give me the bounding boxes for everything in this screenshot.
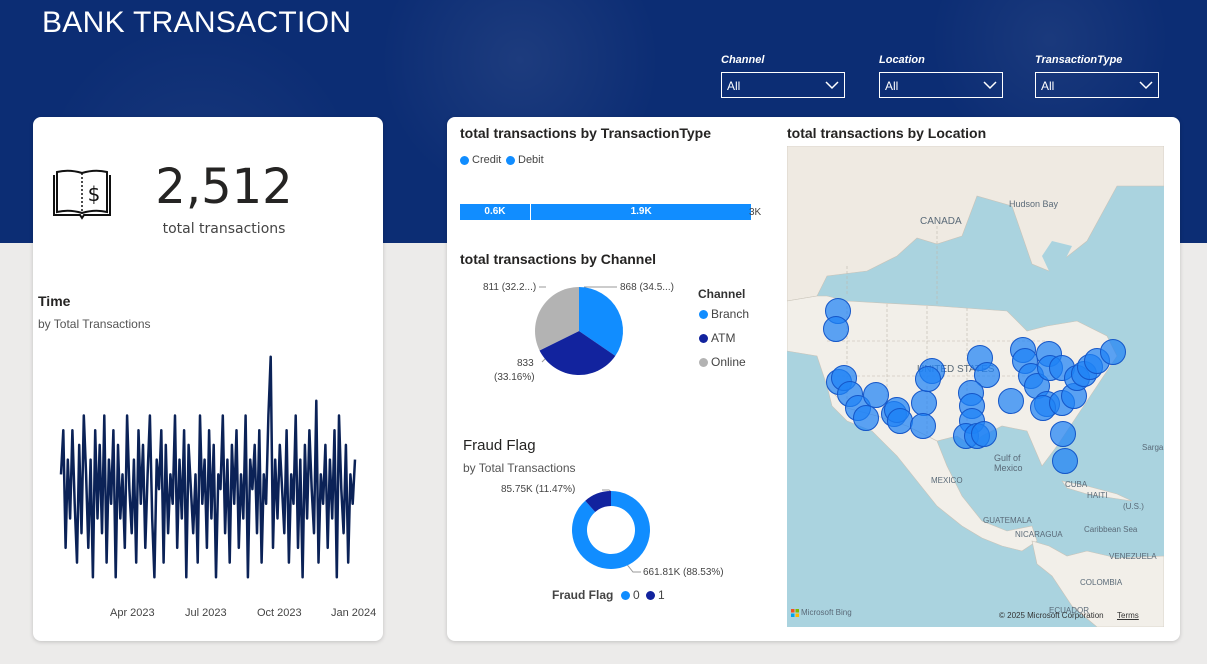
slicer-transactiontype[interactable]: TransactionType All	[1035, 54, 1159, 98]
series-line	[59, 355, 357, 579]
location-bubble[interactable]	[887, 408, 913, 434]
location-bubble[interactable]	[1100, 339, 1126, 365]
fraud-donut-chart[interactable]	[447, 117, 777, 617]
kpi-time-card: $ 2,512 total transactions Time by Total…	[33, 117, 383, 641]
legend-dot	[621, 590, 630, 600]
legend-label: 1	[658, 588, 665, 602]
time-line-chart[interactable]	[33, 117, 383, 641]
location-bubble[interactable]	[910, 413, 936, 439]
location-bubble[interactable]	[1052, 448, 1078, 474]
bing-label: Microsoft Bing	[801, 608, 852, 617]
slicer-channel-label: Channel	[721, 54, 765, 66]
location-bubble[interactable]	[853, 405, 879, 431]
data-label-fraud-1: 85.75K (11.47%)	[501, 484, 576, 495]
x-tick-label: Oct 2023	[257, 607, 302, 619]
legend-label: 0	[633, 588, 640, 602]
slicer-location-label: Location	[879, 54, 925, 66]
x-tick-label: Apr 2023	[110, 607, 155, 619]
slicer-location[interactable]: Location All	[879, 54, 1003, 98]
location-map[interactable]: CANADA Hudson Bay UNITED STATES Gulf of …	[787, 146, 1164, 627]
location-bubble[interactable]	[863, 382, 889, 408]
location-map-title: total transactions by Location	[787, 125, 987, 141]
chevron-down-icon	[825, 81, 839, 90]
location-bubble[interactable]	[1050, 421, 1076, 447]
slicer-channel[interactable]: Channel All	[721, 54, 845, 98]
legend-dot	[646, 590, 655, 600]
microsoft-logo-icon	[791, 608, 799, 617]
slicer-channel-dropdown[interactable]: All	[721, 72, 845, 98]
map-terms-link[interactable]: Terms	[1117, 611, 1139, 620]
x-tick-label: Jan 2024	[331, 607, 377, 619]
slicer-transactiontype-dropdown[interactable]: All	[1035, 72, 1159, 98]
location-bubble[interactable]	[911, 390, 937, 416]
location-bubble[interactable]	[915, 366, 941, 392]
slicer-location-value: All	[885, 79, 899, 93]
x-tick-label: Jul 2023	[185, 607, 227, 619]
slicer-transactiontype-value: All	[1041, 79, 1055, 93]
slicer-channel-value: All	[727, 79, 741, 93]
legend-fraud-0[interactable]: 0	[621, 588, 640, 602]
bing-logo: Microsoft Bing	[791, 608, 852, 617]
chevron-down-icon	[983, 81, 997, 90]
location-bubble[interactable]	[823, 316, 849, 342]
data-label-fraud-0: 661.81K (88.53%)	[643, 567, 724, 578]
slicer-transactiontype-label: TransactionType	[1035, 54, 1123, 66]
location-bubble[interactable]	[971, 421, 997, 447]
legend-fraud-1[interactable]: 1	[646, 588, 665, 602]
map-bubbles[interactable]	[787, 146, 1164, 627]
map-attribution: © 2025 Microsoft Corporation	[999, 611, 1104, 620]
slicer-location-dropdown[interactable]: All	[879, 72, 1003, 98]
location-bubble[interactable]	[998, 388, 1024, 414]
fraud-legend-title: Fraud Flag	[552, 588, 614, 602]
page-title: BANK TRANSACTION	[42, 6, 352, 39]
chevron-down-icon	[1139, 81, 1153, 90]
